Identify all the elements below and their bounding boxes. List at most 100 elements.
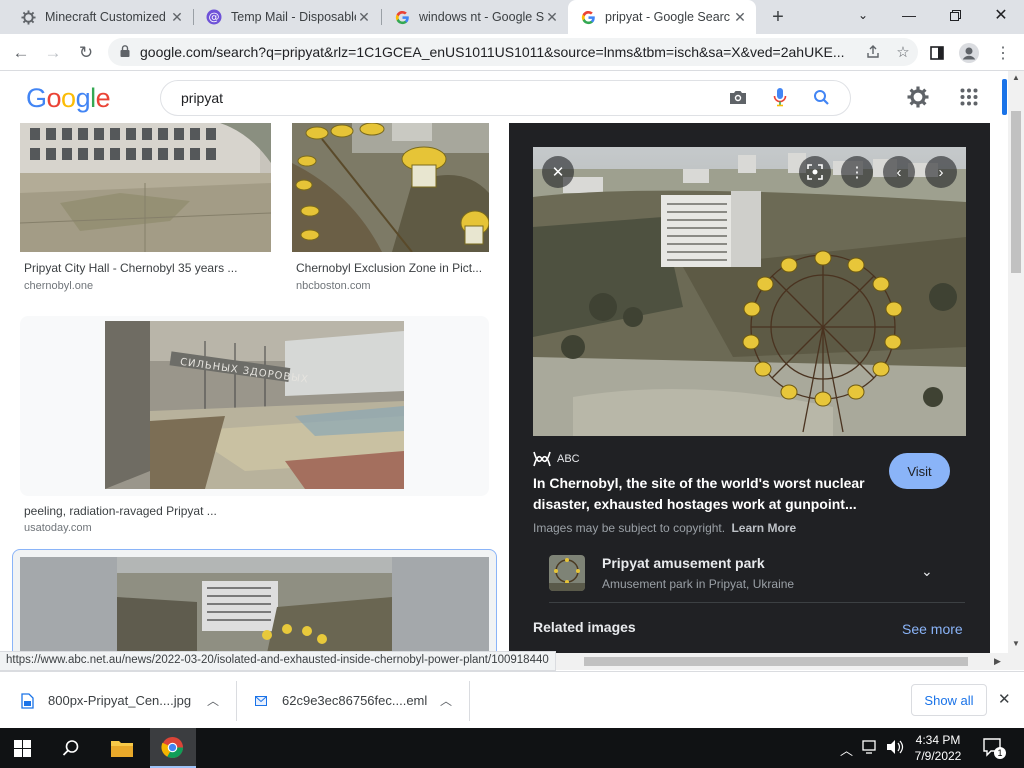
downloads-bar: 800px-Pripyat_Cen....jpg ︿ 62c9e3ec86756…: [0, 671, 1024, 728]
url-text[interactable]: google.com/search?q=pripyat&rlz=1C1GCEA_…: [140, 44, 858, 60]
scrollbar-thumb-top[interactable]: [1011, 111, 1021, 145]
entity-title: Pripyat amusement park: [602, 555, 765, 571]
copyright-notice: Images may be subject to copyright. Lear…: [533, 521, 796, 535]
back-arrow-icon[interactable]: ←: [8, 40, 34, 66]
scroll-up-arrow-icon[interactable]: ▲: [1012, 73, 1020, 82]
tab-minecraft[interactable]: Minecraft Customized ✕: [8, 0, 193, 34]
result-image-ferris-wheel[interactable]: [292, 123, 489, 252]
toolbar: ← → ↻ google.com/search?q=pripyat&rlz=1C…: [0, 34, 1024, 71]
copyright-text: Images may be subject to copyright.: [533, 521, 726, 535]
chrome-taskbar-button[interactable]: [150, 728, 196, 768]
tab-windows-nt[interactable]: windows nt - Google S ✕: [382, 0, 568, 34]
download-item[interactable]: 62c9e3ec86756fec....eml ︿: [250, 672, 470, 729]
preview-headline[interactable]: In Chernobyl, the site of the world's wo…: [533, 473, 873, 515]
new-tab-button[interactable]: +: [765, 4, 791, 30]
restore-button[interactable]: [932, 0, 978, 30]
scroll-down-arrow-icon[interactable]: ▼: [1012, 639, 1020, 648]
search-box[interactable]: [160, 80, 851, 116]
minimize-button[interactable]: —: [886, 0, 932, 30]
scroll-right-arrow-icon[interactable]: ▶: [994, 656, 1001, 667]
apps-grid-icon[interactable]: [960, 88, 978, 109]
download-item[interactable]: 800px-Pripyat_Cen....jpg ︿: [16, 672, 236, 729]
camera-icon[interactable]: [729, 89, 747, 108]
entity-card[interactable]: Pripyat amusement park Amusement park in…: [549, 553, 965, 603]
chevron-up-icon[interactable]: ︿: [207, 692, 219, 709]
logo-letter: o: [61, 83, 76, 113]
close-preview-icon[interactable]: ✕: [542, 156, 574, 188]
tab-strip: Minecraft Customized ✕ @ Temp Mail - Dis…: [0, 0, 1024, 34]
result-source[interactable]: usatoday.com: [24, 522, 92, 534]
show-all-button[interactable]: Show all: [911, 684, 987, 716]
result-title[interactable]: Chernobyl Exclusion Zone in Pict...: [296, 261, 486, 275]
clock-date: 7/9/2022: [914, 749, 962, 763]
google-icon: [394, 9, 410, 25]
lock-icon[interactable]: [120, 44, 130, 60]
google-logo[interactable]: Google: [26, 83, 111, 114]
logo-letter: o: [46, 83, 62, 113]
at-icon: @: [206, 9, 222, 25]
learn-more-link[interactable]: Learn More: [731, 521, 796, 535]
clock[interactable]: 4:34 PM 7/9/2022: [913, 732, 963, 764]
file-explorer-icon[interactable]: [110, 738, 134, 761]
side-panel-icon[interactable]: [924, 40, 950, 66]
result-source[interactable]: chernobyl.one: [24, 280, 93, 292]
notification-badge: 1: [994, 747, 1006, 759]
related-images-heading: Related images: [533, 619, 636, 635]
more-options-icon[interactable]: ⋮: [841, 156, 873, 188]
previous-image-icon[interactable]: ‹: [883, 156, 915, 188]
logo-letter: g: [75, 83, 91, 113]
close-icon[interactable]: ✕: [732, 9, 748, 26]
result-source[interactable]: nbcboston.com: [296, 280, 371, 292]
source-row[interactable]: ABC: [533, 451, 580, 467]
search-icon[interactable]: [813, 89, 830, 109]
bookmark-star-icon[interactable]: ☆: [888, 43, 918, 61]
notification-center-icon[interactable]: 1: [983, 738, 1006, 761]
chevron-down-icon[interactable]: ⌄: [921, 563, 933, 580]
image-preview-panel: ✕ ⋮ ‹ › ABC In Chernobyl, the site of th…: [509, 123, 990, 653]
svg-text:@: @: [209, 11, 220, 24]
result-image-pripyat-aerial[interactable]: [117, 557, 392, 653]
tab-pripyat[interactable]: pripyat - Google Searc ✕: [568, 0, 756, 34]
next-image-icon[interactable]: ›: [925, 156, 957, 188]
reload-icon[interactable]: ↻: [73, 40, 99, 66]
source-name: ABC: [557, 453, 580, 465]
preview-image[interactable]: ✕ ⋮ ‹ ›: [533, 147, 966, 436]
menu-dots-icon[interactable]: ⋮: [990, 40, 1016, 66]
tab-temp-mail[interactable]: @ Temp Mail - Disposable ✕: [194, 0, 380, 34]
forward-arrow-icon[interactable]: →: [40, 40, 66, 66]
taskbar-search-icon[interactable]: [62, 739, 80, 760]
search-input[interactable]: [181, 90, 701, 106]
search-image-lens-icon[interactable]: [799, 156, 831, 188]
result-image-city-hall[interactable]: [20, 123, 271, 252]
tab-title: pripyat - Google Searc: [605, 10, 731, 24]
close-icon[interactable]: ✕: [544, 9, 560, 26]
settings-gear-icon[interactable]: [906, 85, 930, 112]
microphone-icon[interactable]: [773, 87, 787, 110]
share-icon[interactable]: [858, 45, 888, 59]
horizontal-scrollbar-thumb[interactable]: [584, 657, 968, 666]
result-title[interactable]: Pripyat City Hall - Chernobyl 35 years .…: [24, 261, 269, 275]
image-file-icon: [16, 692, 38, 709]
close-downloads-icon[interactable]: ✕: [998, 690, 1011, 708]
scrollbar-thumb[interactable]: [1011, 143, 1021, 273]
visit-button[interactable]: Visit: [889, 453, 950, 489]
volume-icon[interactable]: [886, 739, 904, 758]
result-title[interactable]: peeling, radiation-ravaged Pripyat ...: [24, 504, 269, 518]
tab-search-icon[interactable]: ⌄: [840, 0, 886, 30]
windows-start-icon[interactable]: [14, 740, 31, 760]
profile-avatar-icon[interactable]: [956, 40, 982, 66]
address-bar[interactable]: google.com/search?q=pripyat&rlz=1C1GCEA_…: [108, 38, 918, 66]
see-more-link[interactable]: See more: [902, 621, 963, 637]
close-icon[interactable]: ✕: [356, 9, 372, 26]
vertical-scrollbar[interactable]: ▲ ▼: [1008, 71, 1024, 653]
abc-logo-icon: [533, 451, 551, 467]
entity-subtitle: Amusement park in Pripyat, Ukraine: [602, 577, 795, 591]
close-icon[interactable]: ✕: [169, 9, 185, 26]
account-edge: [1002, 79, 1007, 115]
close-window-button[interactable]: ✕: [978, 0, 1024, 30]
result-image-gymnasium[interactable]: СИЛЬНЫХ ЗДОРОВЫХ: [105, 321, 404, 489]
chevron-up-tray-icon[interactable]: ︿: [840, 740, 853, 759]
google-header: Google: [0, 71, 1008, 123]
network-icon[interactable]: [862, 740, 880, 757]
chevron-up-icon[interactable]: ︿: [440, 692, 452, 709]
